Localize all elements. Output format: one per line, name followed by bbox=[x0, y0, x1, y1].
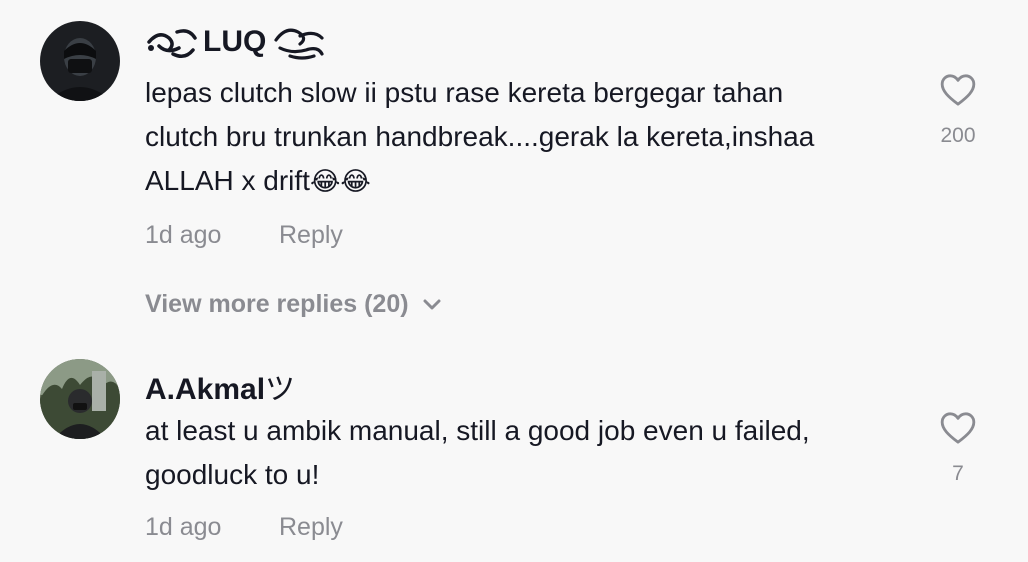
decorative-swirl-left-icon bbox=[147, 29, 197, 58]
comment-text-line: ALLAH x drift😂😂 bbox=[145, 159, 915, 204]
comment-time: 1d ago bbox=[145, 513, 222, 541]
comment-item: LUQ lepas clutch slow ii pstu rase keret… bbox=[0, 0, 1028, 270]
like-count: 7 bbox=[952, 462, 964, 485]
like-button[interactable] bbox=[938, 408, 978, 448]
view-more-replies-button[interactable]: View more replies (20) bbox=[145, 290, 441, 319]
username-symbol: ツ bbox=[265, 372, 296, 407]
comment-text: lepas clutch slow ii pstu rase kereta be… bbox=[145, 71, 915, 204]
like-button[interactable] bbox=[938, 70, 978, 110]
reply-button[interactable]: Reply bbox=[279, 221, 343, 250]
comment-text-line: lepas clutch slow ii pstu rase kereta be… bbox=[145, 77, 784, 108]
comment-time: 1d ago bbox=[145, 221, 222, 249]
username[interactable]: A.Akmalツ bbox=[145, 364, 295, 408]
comment-text-line: goodluck to u! bbox=[145, 459, 320, 490]
decorative-swirl-right-icon bbox=[274, 28, 324, 60]
heart-outline-icon bbox=[940, 74, 976, 106]
comment-text: at least u ambik manual, still a good jo… bbox=[145, 409, 915, 497]
like-count: 200 bbox=[940, 124, 976, 147]
view-more-replies-label: View more replies (20) bbox=[145, 290, 409, 318]
laughing-emoji: 😂😂 bbox=[309, 167, 371, 197]
avatar[interactable] bbox=[40, 359, 120, 439]
avatar[interactable] bbox=[40, 21, 120, 101]
comment-text-line: clutch bru trunkan handbreak....gerak la… bbox=[145, 121, 815, 152]
username-text: A.Akmal bbox=[145, 373, 266, 406]
heart-outline-icon bbox=[940, 412, 976, 444]
reply-button[interactable]: Reply bbox=[279, 513, 343, 542]
comment-item: A.Akmalツ at least u ambik manual, still … bbox=[0, 340, 1028, 562]
username[interactable]: LUQ bbox=[145, 24, 326, 60]
username-text: LUQ bbox=[203, 25, 267, 58]
comment-text-line: at least u ambik manual, still a good jo… bbox=[145, 415, 810, 446]
chevron-down-icon bbox=[423, 299, 441, 309]
comment-text-line-text: ALLAH x drift bbox=[145, 165, 310, 196]
